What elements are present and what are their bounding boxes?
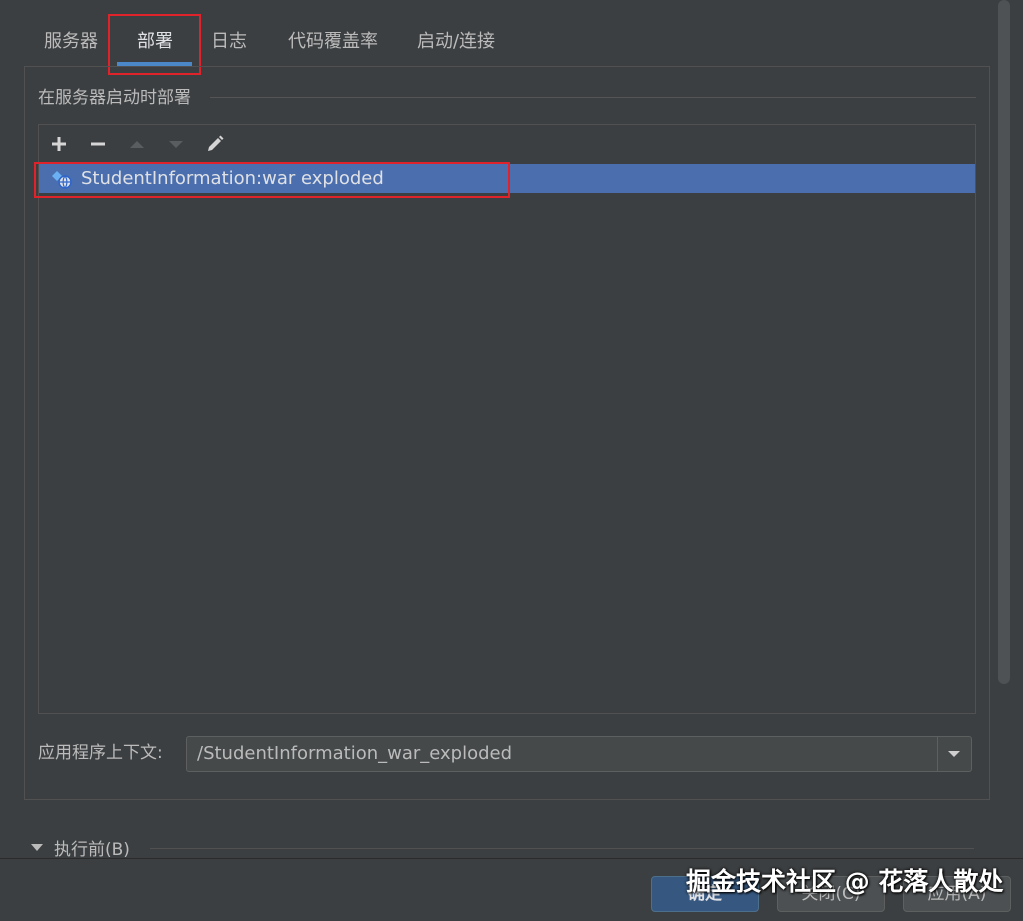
- collapse-triangle-icon: [30, 838, 44, 857]
- annotation-box-item: [34, 162, 510, 198]
- vertical-scrollbar-thumb[interactable]: [998, 0, 1010, 684]
- move-down-icon[interactable]: [161, 129, 191, 159]
- context-value[interactable]: /StudentInformation_war_exploded: [197, 737, 512, 771]
- tab-logs[interactable]: 日志: [198, 15, 260, 67]
- tab-server[interactable]: 服务器: [24, 15, 118, 67]
- before-launch-toggle[interactable]: 执行前(B): [30, 834, 130, 860]
- tab-startup-connection[interactable]: 启动/连接: [408, 15, 504, 67]
- context-label: 应用程序上下文:: [38, 743, 163, 763]
- section-divider: [210, 97, 976, 98]
- deploy-section-title: 在服务器启动时部署: [38, 88, 191, 108]
- add-icon[interactable]: [44, 129, 74, 159]
- before-launch-label: 执行前(B): [54, 839, 130, 860]
- watermark-text: 掘金技术社区 @ 花落人散处: [686, 867, 1004, 896]
- deploy-list: [38, 124, 976, 714]
- edit-icon[interactable]: [200, 129, 230, 159]
- tab-code-coverage[interactable]: 代码覆盖率: [278, 15, 388, 67]
- context-combobox[interactable]: /StudentInformation_war_exploded: [186, 736, 972, 772]
- remove-icon[interactable]: [83, 129, 113, 159]
- chevron-down-icon[interactable]: [937, 737, 971, 771]
- move-up-icon[interactable]: [122, 129, 152, 159]
- before-launch-divider: [150, 848, 974, 849]
